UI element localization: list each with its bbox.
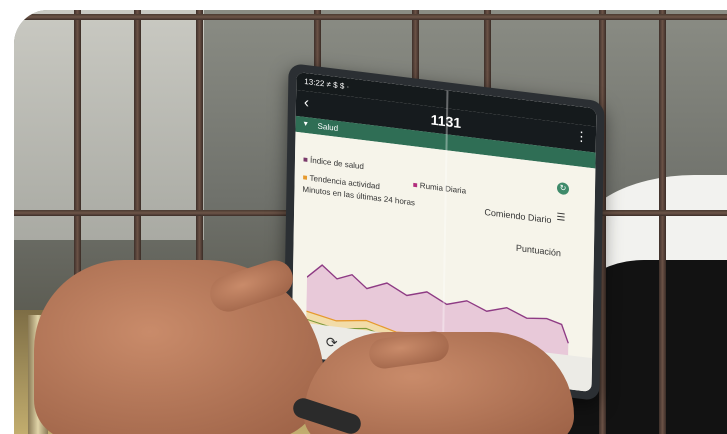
legend-label: Índice de salud <box>309 155 364 172</box>
list-icon[interactable]: ☰ <box>556 212 565 224</box>
stall-rail <box>14 14 727 20</box>
stall-bar <box>659 10 666 434</box>
legend-comiendo-diario[interactable]: Comiendo Diario <box>484 207 551 225</box>
legend-swatch: ■ <box>302 154 308 165</box>
legend-rumia-diaria[interactable]: ■ Rumia Diaria <box>413 180 466 196</box>
legend-indice-salud[interactable]: ■ Índice de salud <box>303 155 364 171</box>
section-label: Salud <box>317 121 339 133</box>
axis-label-puntuacion: Puntuación <box>515 242 561 259</box>
background-wall <box>14 10 204 240</box>
status-time: 13:22 ≠ $ $ · <box>304 76 350 92</box>
legend-swatch: ■ <box>412 180 418 190</box>
legend-label: Rumia Diaria <box>419 181 467 196</box>
refresh-icon[interactable]: ↻ <box>556 181 570 196</box>
photo-frame: 13:22 ≠ $ $ · ‹ 1131 ⋮ ▾ Salud ↻ ■ Índic… <box>14 10 727 434</box>
chevron-down-icon: ▾ <box>303 118 308 129</box>
more-vert-icon[interactable]: ⋮ <box>575 128 588 146</box>
legend-swatch: ■ <box>302 172 308 183</box>
